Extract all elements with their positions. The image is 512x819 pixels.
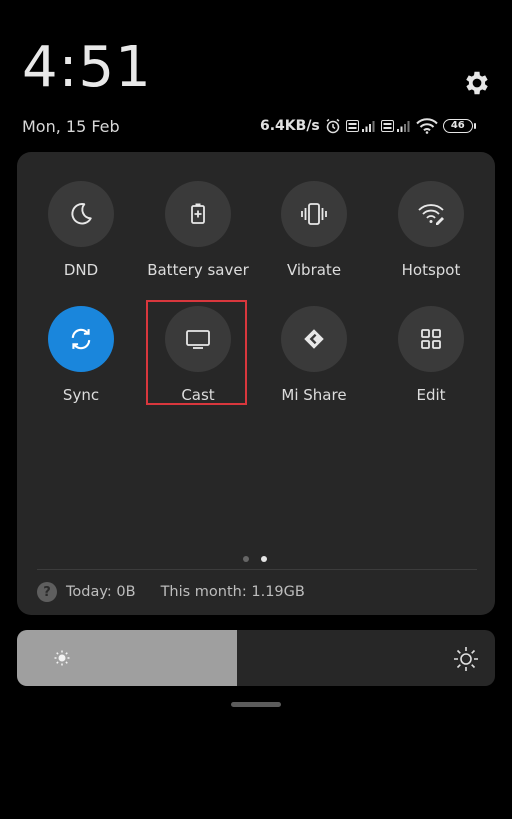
volte-signal-icon-2 (380, 120, 410, 132)
help-icon: ? (37, 582, 57, 602)
tile-hotspot[interactable]: Hotspot (371, 181, 491, 279)
sync-icon (71, 328, 91, 350)
tile-label: Battery saver (147, 261, 249, 279)
cast-highlight-box (146, 300, 247, 405)
clock-time[interactable]: 4:51 (22, 40, 152, 96)
mi-share-icon (304, 329, 324, 349)
usage-today: Today: 0B (66, 584, 136, 600)
brightness-slider[interactable] (17, 630, 495, 686)
brightness-fill (17, 630, 237, 686)
page-dot-1[interactable] (243, 556, 249, 562)
tile-battery-saver-button[interactable] (165, 181, 231, 247)
brightness-low-icon (54, 650, 70, 666)
brightness-high-icon (454, 647, 478, 671)
tile-edit-button[interactable] (398, 306, 464, 372)
tile-label: DND (63, 261, 99, 279)
tile-vibrate[interactable]: Vibrate (254, 181, 374, 279)
battery-level: 46 (442, 119, 473, 133)
tile-sync-button[interactable] (48, 306, 114, 372)
tile-hotspot-button[interactable] (398, 181, 464, 247)
tile-label: Mi Share (281, 386, 347, 404)
date-label: Mon, 15 Feb (22, 117, 120, 136)
tile-label: Vibrate (286, 261, 342, 279)
grid-icon (421, 329, 441, 349)
tile-label: Edit (416, 386, 446, 404)
network-speed: 6.4KB/s (260, 118, 320, 134)
hotspot-icon (418, 204, 444, 225)
tile-label: Hotspot (401, 261, 461, 279)
usage-month: This month: 1.19GB (160, 584, 305, 600)
battery-icon: 46 (442, 119, 476, 133)
tile-sync[interactable]: Sync (21, 306, 141, 404)
volte-signal-icon-1 (345, 120, 375, 132)
tile-mi-share[interactable]: Mi Share (254, 306, 374, 404)
battery-saver-icon (191, 203, 205, 224)
page-dot-2[interactable] (261, 556, 267, 562)
tile-dnd-button[interactable] (48, 181, 114, 247)
page-indicator (243, 556, 267, 562)
tile-label: Sync (62, 386, 100, 404)
alarm-clock-icon (326, 118, 340, 134)
tile-edit[interactable]: Edit (371, 306, 491, 404)
panel-drag-handle[interactable] (231, 702, 281, 707)
moon-icon (71, 203, 92, 225)
wifi-icon (416, 118, 438, 134)
tile-vibrate-button[interactable] (281, 181, 347, 247)
settings-gear-icon[interactable] (462, 68, 492, 98)
tile-dnd[interactable]: DND (21, 181, 141, 279)
data-usage-row[interactable]: ? Today: 0B This month: 1.19GB (37, 582, 305, 602)
status-bar: 6.4KB/s 46 (260, 115, 476, 137)
vibrate-icon (301, 203, 327, 225)
tile-battery-saver[interactable]: Battery saver (138, 181, 258, 279)
panel-divider (37, 569, 477, 570)
tile-mi-share-button[interactable] (281, 306, 347, 372)
